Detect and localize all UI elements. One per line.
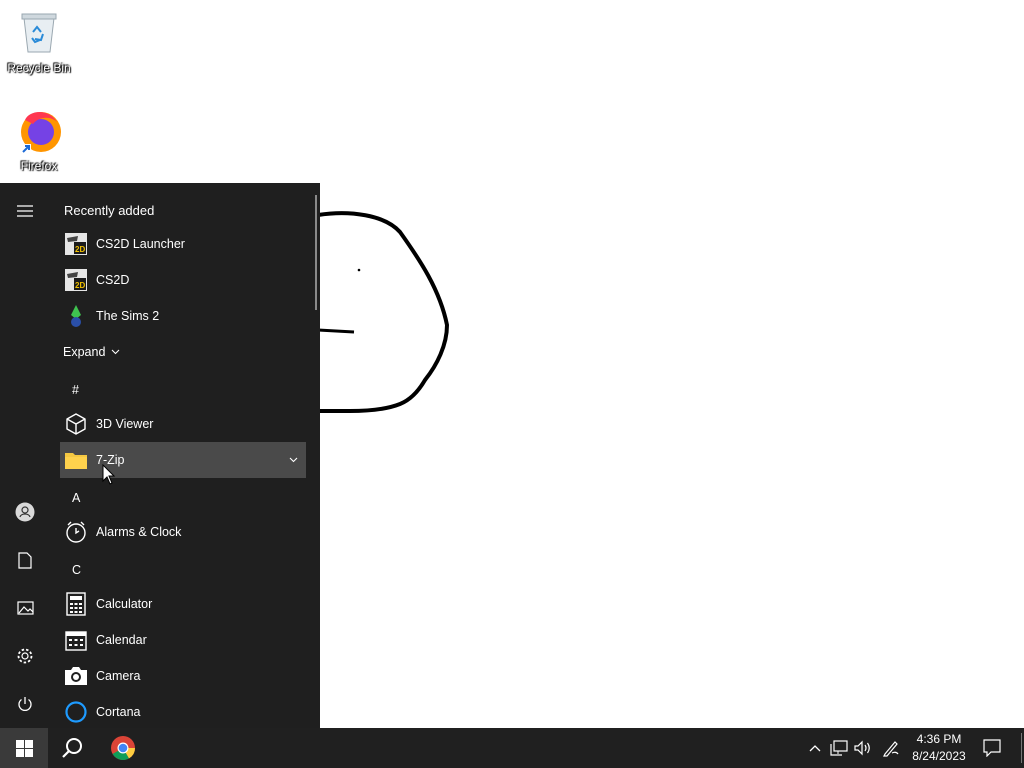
group-header-c[interactable]: C <box>72 563 81 577</box>
volume-button[interactable] <box>852 728 874 768</box>
app-item-cs2d-launcher[interactable]: 2D CS2D Launcher <box>60 226 306 262</box>
desktop-icon-label: Firefox <box>20 159 58 173</box>
svg-text:2D: 2D <box>75 245 85 254</box>
desktop-icon-firefox[interactable]: Firefox <box>1 106 77 173</box>
notification-icon <box>983 739 1001 757</box>
chevron-up-icon <box>809 745 821 752</box>
app-item-the-sims-2[interactable]: The Sims 2 <box>60 298 306 334</box>
action-center-button[interactable] <box>978 728 1006 768</box>
expand-label: Expand <box>63 345 106 359</box>
cortana-icon <box>64 700 88 724</box>
settings-icon <box>17 648 33 664</box>
start-icon <box>15 739 33 757</box>
clock-time: 4:36 PM <box>916 732 962 746</box>
search-button[interactable] <box>48 728 96 768</box>
show-desktop-button[interactable] <box>1018 728 1024 768</box>
expand-button[interactable]: Expand <box>63 345 120 359</box>
chevron-down-icon[interactable] <box>289 457 298 463</box>
volume-icon <box>854 740 870 756</box>
camera-icon <box>64 664 88 688</box>
hamburger-button[interactable] <box>0 191 50 231</box>
chrome-icon <box>111 736 135 761</box>
svg-text:2D: 2D <box>75 281 85 290</box>
calendar-icon <box>64 628 88 652</box>
group-header-hash[interactable]: # <box>72 383 79 397</box>
show-hidden-icons-button[interactable] <box>805 728 825 768</box>
sims-icon <box>64 304 88 328</box>
hamburger-icon <box>17 205 33 217</box>
app-label: Cortana <box>96 705 141 719</box>
settings-button[interactable] <box>0 636 50 676</box>
taskbar: 4:36 PM 8/24/2023 <box>0 728 1024 768</box>
folder-icon <box>64 448 88 472</box>
app-item-calculator[interactable]: Calculator <box>60 586 306 622</box>
documents-button[interactable] <box>0 540 50 580</box>
recently-added-title: Recently added <box>64 203 155 218</box>
start-menu-rail <box>0 183 50 728</box>
network-button[interactable] <box>828 728 850 768</box>
user-icon <box>15 502 35 522</box>
calculator-icon <box>64 592 88 616</box>
app-label: 3D Viewer <box>96 417 154 431</box>
group-header-a[interactable]: A <box>72 491 80 505</box>
desktop-icon-recycle-bin[interactable]: Recycle Bin <box>1 8 77 75</box>
app-list-scrollbar[interactable] <box>315 195 317 310</box>
cs2d-icon: 2D <box>64 232 88 256</box>
network-icon <box>830 740 848 756</box>
app-label: Alarms & Clock <box>96 525 182 539</box>
clock-date: 8/24/2023 <box>912 749 966 763</box>
pictures-button[interactable] <box>0 588 50 628</box>
firefox-icon <box>21 112 61 154</box>
start-menu: Recently added 2D CS2D Launcher 2D CS2D … <box>0 183 320 728</box>
pen-icon <box>883 741 899 757</box>
start-button[interactable] <box>0 728 48 768</box>
app-label: Calendar <box>96 633 147 647</box>
documents-icon <box>18 551 32 569</box>
cube-icon <box>64 412 88 436</box>
app-item-calendar[interactable]: Calendar <box>60 622 306 658</box>
pen-workspace-button[interactable] <box>879 728 903 768</box>
app-item-cs2d[interactable]: 2D CS2D <box>60 262 306 298</box>
app-label: Camera <box>96 669 141 683</box>
app-label: CS2D Launcher <box>96 237 185 251</box>
search-icon <box>62 738 82 758</box>
chrome-taskbar-button[interactable] <box>98 728 148 768</box>
taskbar-clock[interactable]: 4:36 PM 8/24/2023 <box>903 731 975 765</box>
app-item-7-zip[interactable]: 7-Zip <box>60 442 306 478</box>
cs2d-icon: 2D <box>64 268 88 292</box>
power-icon <box>18 697 32 711</box>
app-item-cortana[interactable]: Cortana <box>60 694 306 728</box>
user-button[interactable] <box>0 492 50 532</box>
recycle-bin-icon <box>21 13 57 53</box>
mouse-cursor-icon <box>102 464 116 485</box>
pictures-icon <box>16 601 34 615</box>
app-item-3d-viewer[interactable]: 3D Viewer <box>60 406 306 442</box>
chevron-down-icon <box>112 349 120 355</box>
app-item-alarms-clock[interactable]: Alarms & Clock <box>60 514 306 550</box>
desktop-icon-label: Recycle Bin <box>7 61 71 75</box>
app-label: Calculator <box>96 597 153 611</box>
clock-icon <box>64 520 88 544</box>
app-item-camera[interactable]: Camera <box>60 658 306 694</box>
app-label: CS2D <box>96 273 130 287</box>
app-label: The Sims 2 <box>96 309 160 323</box>
power-button[interactable] <box>0 684 50 724</box>
